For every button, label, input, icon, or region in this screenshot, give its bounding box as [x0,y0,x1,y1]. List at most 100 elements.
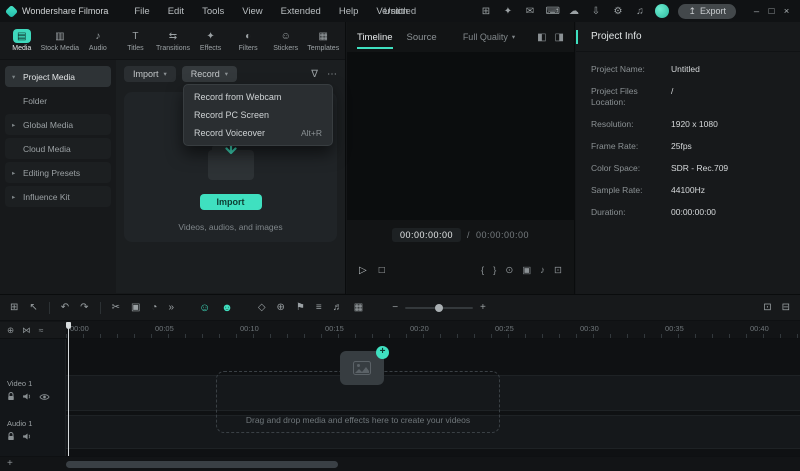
menu-file[interactable]: File [125,4,158,19]
menu-edit[interactable]: Edit [159,4,193,19]
mark-out-icon[interactable]: } [493,265,496,276]
compare-view-icon[interactable]: ◧ [537,32,546,43]
tab-transitions[interactable]: ⇆ Transitions [154,29,192,53]
lock-icon[interactable] [7,392,15,401]
tab-stock-media[interactable]: ▥ Stock Media [41,29,80,53]
sidebar-item-influence-kit[interactable]: ▸ Influence Kit [5,186,111,207]
mark-in-icon[interactable]: { [481,265,484,276]
cloud-icon[interactable]: ☁ [567,6,580,17]
zoom-slider-thumb[interactable] [435,303,444,312]
ai-portrait-icon[interactable]: ☺ [199,302,210,314]
undo-icon[interactable]: ↶ [61,302,69,313]
sidebar-item-global-media[interactable]: ▸ Global Media [5,114,111,135]
speed-icon[interactable]: ◔ [151,302,157,313]
tab-effects[interactable]: ✦ Effects [192,29,230,53]
sidebar-item-folder[interactable]: Folder [5,90,111,111]
voiceover-icon[interactable]: ♬ [333,302,343,313]
add-track-icon[interactable]: + [7,458,13,469]
menu-item-record-voiceover[interactable]: Record Voiceover Alt+R [184,124,332,142]
redo-icon[interactable]: ↷ [80,302,88,313]
ruler-scale[interactable]: 00:00 00:05 00:10 00:15 00:20 00:25 00:3… [66,322,800,338]
record-dropdown-button[interactable]: Record ▾ [181,66,238,82]
menu-view[interactable]: View [233,4,271,19]
menu-item-record-webcam[interactable]: Record from Webcam [184,88,332,106]
import-dropdown-button[interactable]: Import ▾ [124,66,176,82]
snap-icon[interactable]: ⋈ [22,325,31,336]
minimize-button[interactable]: – [749,6,764,17]
marker-icon[interactable]: ⚑ [296,302,305,313]
titles-icon: T [132,30,139,42]
tab-templates[interactable]: ▦ Templates [304,29,342,53]
mute-icon[interactable] [22,392,32,401]
import-button[interactable]: Import [199,194,262,210]
auto-ripple-icon[interactable]: ≈ [39,325,44,335]
quality-dropdown[interactable]: Full Quality ▾ [463,32,515,42]
keyboard-icon[interactable]: ⌨ [545,6,559,17]
plugin-icon[interactable]: ✦ [501,6,514,17]
user-avatar[interactable] [655,4,670,18]
sidebar-item-project-media[interactable]: ▾ Project Media [5,66,111,87]
play-button[interactable]: ▷ [359,265,367,276]
menu-tools[interactable]: Tools [193,4,233,19]
track-manager-icon[interactable]: ⊟ [782,302,790,313]
filter-icon[interactable]: ∇ [311,69,318,80]
menu-help[interactable]: Help [330,4,368,19]
chroma-key-icon[interactable]: ⊕ [277,302,285,313]
scrollbar-thumb[interactable] [66,461,338,468]
track-header-tools: ⊕ ⋈ ≈ [0,322,66,338]
timeline-ruler[interactable]: ⊕ ⋈ ≈ 00:00 00:05 00:10 00:15 00:20 00:2… [0,322,800,339]
stop-button[interactable]: □ [379,265,385,276]
layout-icon[interactable]: ⊞ [479,6,492,17]
sidebar-item-editing-presets[interactable]: ▸ Editing Presets [5,162,111,183]
tab-source[interactable]: Source [407,26,437,49]
media-room-icon[interactable]: ♫ [633,6,646,17]
media-placeholder: + [340,346,389,385]
maximize-button[interactable]: □ [764,6,779,17]
menu-item-record-pc-screen[interactable]: Record PC Screen [184,106,332,124]
preview-panel: Timeline Source Full Quality ▾ ◧ ◨ 00:00… [347,22,575,294]
crop-icon[interactable]: ▣ [522,265,531,276]
render-preview-icon[interactable]: ▦ [354,302,363,313]
menu-extended[interactable]: Extended [272,4,330,19]
settings-icon[interactable]: ⚙ [611,6,624,17]
close-button[interactable]: × [779,6,794,17]
lock-icon[interactable] [7,432,15,441]
crop-icon[interactable]: ▣ [131,302,140,313]
mute-icon[interactable] [22,432,32,441]
zoom-in-icon[interactable]: + [480,302,486,313]
pop-out-icon[interactable]: ◨ [555,32,564,43]
timeline-tracks[interactable]: Video 1 Audio 1 + Drag and drop media an… [0,339,800,456]
tab-timeline[interactable]: Timeline [357,26,393,49]
more-options-icon[interactable]: ⋯ [327,69,337,80]
current-timecode[interactable]: 00:00:00:00 [391,228,461,242]
add-marker-icon[interactable]: ⊕ [7,325,14,336]
volume-icon[interactable]: ♪ [540,265,545,276]
pointer-icon[interactable]: ↖ [29,302,37,313]
tab-titles[interactable]: T Titles [117,29,155,53]
fit-timeline-icon[interactable]: ⊡ [763,302,771,313]
snapshot-icon[interactable]: ⊙ [505,265,513,276]
playhead[interactable] [66,322,71,456]
split-icon[interactable]: ✂ [112,302,120,313]
more-tools-icon[interactable]: » [168,302,174,313]
tab-media[interactable]: ▤ Media [3,29,41,52]
ai-mask-icon[interactable]: ☻ [221,302,233,314]
tab-stickers[interactable]: ☺ Stickers [267,29,305,53]
fullscreen-icon[interactable]: ⊡ [554,265,562,276]
message-icon[interactable]: ✉ [523,6,536,17]
keyframe-icon[interactable]: ◇ [258,302,266,313]
media-tabs: ▤ Media ▥ Stock Media ♪ Audio T Titles ⇆… [0,22,345,60]
timeline-scrollbar[interactable]: + [0,456,800,471]
download-icon[interactable]: ⇩ [589,6,602,17]
add-media-icon[interactable]: + [376,346,389,359]
zoom-slider[interactable] [405,303,474,312]
eye-icon[interactable] [39,393,50,401]
tab-audio[interactable]: ♪ Audio [79,29,117,53]
export-button[interactable]: ↥ Export [678,3,736,19]
element-grid-icon[interactable]: ⊞ [10,302,18,313]
tab-filters[interactable]: ◐ Filters [229,29,267,53]
media-sidebar: ▾ Project Media Folder ▸ Global Media Cl… [0,60,116,293]
zoom-out-icon[interactable]: − [392,302,398,313]
sidebar-item-cloud-media[interactable]: Cloud Media [5,138,111,159]
audio-mixer-icon[interactable]: ≡ [316,302,322,313]
